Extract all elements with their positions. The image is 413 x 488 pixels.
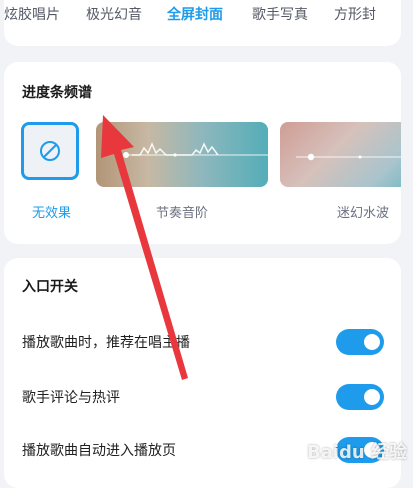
display-mode-tabs: 炫胶唱片 极光幻音 全屏封面 歌手写真 方形封: [4, 4, 401, 24]
toggle-knob: [364, 389, 380, 405]
progress-spectrum-card: 进度条频谱 无效果 节奏音阶 迷幻水波: [4, 62, 401, 244]
watermark: Baidu 经验: [306, 442, 407, 463]
effect-label-psychedelic: 迷幻水波: [337, 206, 390, 221]
display-mode-card: 炫胶唱片 极光幻音 全屏封面 歌手写真 方形封: [4, 0, 401, 46]
rhythm-waveform-icon: [123, 142, 268, 158]
effect-none-tile[interactable]: [21, 122, 79, 180]
toggle-singer-comments[interactable]: [336, 384, 384, 410]
effect-label-rhythm: 节奏音阶: [156, 206, 209, 221]
effect-options: [4, 122, 401, 202]
setting-label-auto-play-page: 播放歌曲自动进入播放页: [22, 443, 176, 459]
toggle-knob: [364, 334, 380, 350]
setting-label-singer-comments: 歌手评论与热评: [22, 390, 120, 406]
effect-psychedelic-tile[interactable]: [280, 122, 401, 187]
setting-label-recommend-host: 播放歌曲时，推荐在唱主播: [22, 335, 190, 351]
no-effect-icon: [40, 141, 60, 161]
section-title-entrance: 入口开关: [22, 279, 78, 295]
effect-label-none: 无效果: [32, 206, 72, 221]
toggle-recommend-host[interactable]: [336, 329, 384, 355]
tab-aurora[interactable]: 极光幻音: [86, 4, 142, 24]
tab-singer-photo[interactable]: 歌手写真: [252, 4, 308, 24]
tab-fullscreen-cover[interactable]: 全屏封面: [167, 4, 223, 24]
tab-square-cover[interactable]: 方形封: [334, 4, 376, 24]
tab-vinyl[interactable]: 炫胶唱片: [4, 4, 60, 24]
psychedelic-wave-icon: [296, 153, 401, 161]
section-title-progress: 进度条频谱: [22, 85, 92, 101]
effect-rhythm-tile[interactable]: [96, 122, 268, 187]
